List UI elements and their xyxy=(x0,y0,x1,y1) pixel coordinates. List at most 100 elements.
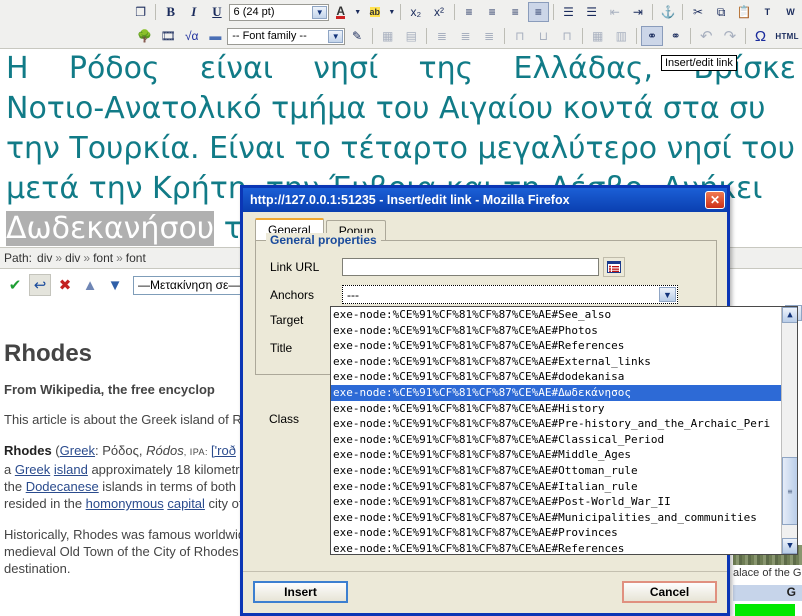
wiki-link-greek-2[interactable]: Greek xyxy=(15,462,50,477)
anchor-option[interactable]: exe-node:%CE%91%CF%81%CF%87%CE%AE#Extern… xyxy=(331,354,783,370)
wiki-link-island[interactable]: island xyxy=(54,462,88,477)
anchor-option[interactable]: exe-node:%CE%91%CF%81%CF%87%CE%AE#Provin… xyxy=(331,525,783,541)
table-icon[interactable]: ▦ xyxy=(377,26,399,46)
numbered-list-icon[interactable]: ☰ xyxy=(581,2,602,22)
media-icon[interactable]: 🎞 xyxy=(157,26,179,46)
paste-as-text-icon[interactable]: T xyxy=(757,2,778,22)
anchor-option[interactable]: exe-node:%CE%91%CF%81%CF%87%CE%AE#Italia… xyxy=(331,479,783,495)
move-up-icon[interactable]: ▲ xyxy=(79,274,101,296)
redo-icon[interactable]: ↷ xyxy=(719,26,741,46)
text-color-icon[interactable]: A xyxy=(330,2,351,22)
anchor-option[interactable]: exe-node:%CE%91%CF%81%CF%87%CE%AE#Post-W… xyxy=(331,494,783,510)
anchor-option[interactable]: exe-node:%CE%91%CF%81%CF%87%CE%AE#Munici… xyxy=(331,510,783,526)
scroll-down-icon[interactable]: ▼ xyxy=(782,538,797,554)
anchors-label: Anchors xyxy=(270,287,315,302)
highlight-color-icon[interactable]: ab xyxy=(364,2,385,22)
column-insert-before-icon[interactable]: ⊓ xyxy=(509,26,531,46)
insert-button[interactable]: Insert xyxy=(253,581,348,603)
anchor-option[interactable]: exe-node:%CE%91%CF%81%CF%87%CE%AE#Pre-hi… xyxy=(331,416,783,432)
wiki-link-ipa[interactable]: ['roð xyxy=(211,443,236,458)
cut-icon[interactable]: ✂ xyxy=(687,2,708,22)
apply-check-icon[interactable]: ✔ xyxy=(4,274,26,296)
copy-icon[interactable]: ⧉ xyxy=(711,2,732,22)
dialog-title-bar[interactable]: http://127.0.0.1:51235 - Insert/edit lin… xyxy=(243,188,727,212)
cancel-button[interactable]: Cancel xyxy=(622,581,717,603)
anchor-option[interactable]: exe-node:%CE%91%CF%81%CF%87%CE%AE#Δωδεκά… xyxy=(331,384,783,401)
undo-arrow-icon[interactable]: ↩ xyxy=(29,274,51,296)
subscript-icon[interactable]: x₂ xyxy=(405,2,426,22)
anchor-option[interactable]: exe-node:%CE%91%CF%81%CF%87%CE%AE#Refere… xyxy=(331,541,783,554)
font-family-select[interactable]: -- Font family -- ▼ xyxy=(227,27,346,45)
split-cells-icon[interactable]: ▥ xyxy=(611,26,633,46)
align-center-icon[interactable]: ≡ xyxy=(482,2,503,22)
underline-button[interactable]: U xyxy=(206,2,227,22)
column-insert-after-icon[interactable]: ⊔ xyxy=(533,26,555,46)
anchor-option[interactable]: exe-node:%CE%91%CF%81%CF%87%CE%AE#Middle… xyxy=(331,447,783,463)
anchor-option[interactable]: exe-node:%CE%91%CF%81%CF%87%CE%AE#Ottoma… xyxy=(331,463,783,479)
path-part[interactable]: font xyxy=(126,251,146,265)
italic-button[interactable]: I xyxy=(183,2,204,22)
align-justify-icon[interactable]: ≡ xyxy=(527,2,549,22)
table-properties-icon[interactable]: ▤ xyxy=(400,26,422,46)
link-url-input[interactable] xyxy=(342,258,599,276)
path-part[interactable]: div xyxy=(65,251,80,265)
scrollbar-thumb[interactable]: ≡ xyxy=(782,457,797,525)
editor-line5-after: τ xyxy=(214,211,242,246)
row-insert-after-icon[interactable]: ≣ xyxy=(455,26,477,46)
paste-from-word-icon[interactable]: W xyxy=(780,2,801,22)
chevron-down-icon[interactable]: ▼ xyxy=(312,5,328,19)
browse-link-icon[interactable] xyxy=(603,257,625,277)
indent-icon[interactable]: ⇥ xyxy=(627,2,648,22)
row-insert-before-icon[interactable]: ≣ xyxy=(431,26,453,46)
highlight-dropdown-icon[interactable]: ▼ xyxy=(387,2,396,22)
edit-icon[interactable]: ✎ xyxy=(346,26,368,46)
wiki-link-dodecanese[interactable]: Dodecanese xyxy=(26,479,99,494)
wiki-link-greek[interactable]: Greek xyxy=(60,443,95,458)
image-icon[interactable]: 🌳 xyxy=(134,26,156,46)
toolbar-separator xyxy=(371,28,373,44)
delete-x-icon[interactable]: ✖ xyxy=(54,274,76,296)
path-part[interactable]: font xyxy=(93,251,113,265)
row-delete-icon[interactable]: ≣ xyxy=(478,26,500,46)
anchors-dropdown-list[interactable]: exe-node:%CE%91%CF%81%CF%87%CE%AE#See_al… xyxy=(330,306,798,555)
align-left-icon[interactable]: ≡ xyxy=(458,2,479,22)
column-delete-icon[interactable]: ⊓ xyxy=(556,26,578,46)
new-document-icon[interactable]: ❐ xyxy=(130,2,151,22)
anchors-select[interactable]: --- ▼ xyxy=(342,285,678,304)
html-source-button[interactable]: HTML xyxy=(773,26,801,46)
undo-icon[interactable]: ↶ xyxy=(695,26,717,46)
app-root: ❐ B I U 6 (24 pt) ▼ A ▼ ab ▼ x₂ x² ≡ ≡ ≡… xyxy=(0,0,802,616)
horizontal-rule-icon[interactable]: ▬ xyxy=(205,26,227,46)
close-icon[interactable]: ✕ xyxy=(705,191,725,209)
text-color-dropdown-icon[interactable]: ▼ xyxy=(353,2,362,22)
wiki-link-capital[interactable]: capital xyxy=(167,496,205,511)
superscript-icon[interactable]: x² xyxy=(428,2,449,22)
toolbar-separator xyxy=(682,4,684,20)
scroll-up-icon[interactable]: ▲ xyxy=(782,307,797,323)
move-down-icon[interactable]: ▼ xyxy=(104,274,126,296)
anchor-option[interactable]: exe-node:%CE%91%CF%81%CF%87%CE%AE#Refere… xyxy=(331,338,783,354)
bullet-list-icon[interactable]: ☰ xyxy=(558,2,579,22)
anchor-option[interactable]: exe-node:%CE%91%CF%81%CF%87%CE%AE#dodeka… xyxy=(331,369,783,385)
editor-toolbar-row-1: ❐ B I U 6 (24 pt) ▼ A ▼ ab ▼ x₂ x² ≡ ≡ ≡… xyxy=(0,0,802,24)
chevron-down-icon[interactable]: ▼ xyxy=(659,287,676,302)
path-part[interactable]: div xyxy=(37,251,52,265)
anchor-option[interactable]: exe-node:%CE%91%CF%81%CF%87%CE%AE#Photos xyxy=(331,323,783,339)
font-size-select[interactable]: 6 (24 pt) ▼ xyxy=(228,3,330,21)
anchor-option[interactable]: exe-node:%CE%91%CF%81%CF%87%CE%AE#Histor… xyxy=(331,401,783,417)
anchor-icon[interactable]: ⚓ xyxy=(657,2,678,22)
wiki-link-homonymous[interactable]: homonymous xyxy=(86,496,164,511)
chevron-down-icon[interactable]: ▼ xyxy=(328,29,344,43)
dropdown-scrollbar[interactable]: ▲ ≡ ▼ xyxy=(781,307,797,554)
insert-link-icon[interactable]: ⚭ xyxy=(641,26,663,46)
paste-icon[interactable]: 📋 xyxy=(734,2,755,22)
outdent-icon[interactable]: ⇤ xyxy=(604,2,625,22)
anchor-option[interactable]: exe-node:%CE%91%CF%81%CF%87%CE%AE#See_al… xyxy=(331,307,783,323)
charmap-icon[interactable]: Ω xyxy=(750,26,772,46)
bold-button[interactable]: B xyxy=(160,2,181,22)
anchor-option[interactable]: exe-node:%CE%91%CF%81%CF%87%CE%AE#Classi… xyxy=(331,432,783,448)
align-right-icon[interactable]: ≡ xyxy=(505,2,526,22)
unlink-icon[interactable]: ⚭ xyxy=(665,26,687,46)
math-icon[interactable]: √α xyxy=(181,26,203,46)
merge-cells-icon[interactable]: ▦ xyxy=(587,26,609,46)
